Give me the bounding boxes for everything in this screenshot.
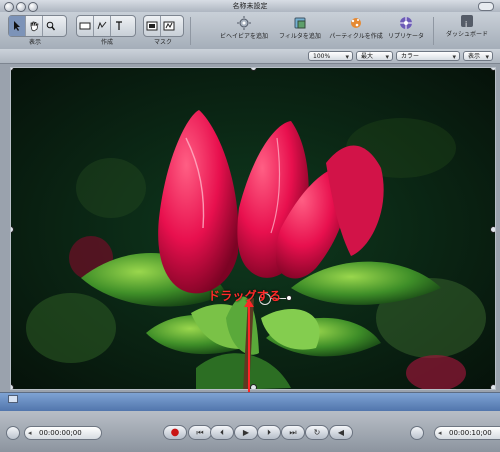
dashboard-button[interactable]: i ダッシュボード <box>438 15 496 47</box>
create-tools-group <box>76 15 136 37</box>
timeline-options-icon[interactable] <box>410 426 424 440</box>
transport-bar: 00:00:00;00 ● ⏮ ⏴ ▶ ⏵ ⏭ ↻ ◀ 00:00:10;00 <box>0 411 500 452</box>
canvas-options-bar: 100% 最大 カラー 表示 <box>0 49 500 64</box>
canvas-handle-top-right[interactable] <box>490 68 495 71</box>
create-label: 作成 <box>100 39 113 46</box>
duration-display[interactable]: 00:00:10;00 <box>434 426 500 440</box>
canvas-handle-bottom[interactable] <box>250 384 257 389</box>
add-filter-button[interactable]: フィルタを追加 <box>271 15 329 47</box>
color-mode-select[interactable]: カラー <box>396 51 460 62</box>
loop-button[interactable]: ↻ <box>305 425 329 440</box>
rotation-handle-icon[interactable] <box>286 295 292 301</box>
view-select[interactable]: 表示 <box>463 51 493 62</box>
previous-frame-button[interactable]: ⏴ <box>210 425 234 440</box>
mask-rectangle-icon[interactable] <box>144 16 161 36</box>
rectangle-icon[interactable] <box>77 16 94 36</box>
next-frame-button[interactable]: ⏵ <box>257 425 281 440</box>
timeline-marker-icon[interactable] <box>8 395 18 403</box>
zoom-select[interactable]: 100% <box>308 51 353 62</box>
main-toolbar: 表示 作成 マスク ビヘイビアを追加 フィルタを追加 パーティクルを作成 リプリ… <box>0 12 500 50</box>
quality-select[interactable]: 最大 <box>356 51 393 62</box>
canvas-image-view[interactable] <box>10 67 496 390</box>
mask-label: マスク <box>153 39 172 46</box>
canvas-handle-bottom-right[interactable] <box>490 384 495 389</box>
replicator-icon <box>399 15 413 29</box>
canvas-handle-bottom-left[interactable] <box>11 384 14 389</box>
toolbar-separator <box>433 17 434 45</box>
particles-icon <box>349 15 363 29</box>
hand-icon[interactable] <box>26 16 43 36</box>
text-icon[interactable] <box>111 16 127 36</box>
dashboard-info-icon: i <box>461 15 473 29</box>
behavior-gear-icon <box>237 15 251 30</box>
go-to-start-button[interactable]: ⏮ <box>188 425 212 440</box>
flower-image <box>11 68 495 389</box>
record-button[interactable]: ● <box>163 425 187 440</box>
view-tools-group <box>8 15 67 37</box>
mini-timeline-bar[interactable] <box>0 392 500 413</box>
go-to-end-button[interactable]: ⏭ <box>281 425 305 440</box>
zoom-icon[interactable] <box>43 16 59 36</box>
window-title: 名称未設定 <box>232 2 268 10</box>
toolbar-toggle-icon[interactable] <box>478 2 494 11</box>
filter-icon <box>293 15 307 29</box>
add-behavior-label: ビヘイビアを追加 <box>219 33 268 40</box>
mask-tools-group <box>143 15 184 37</box>
mask-pen-icon[interactable] <box>161 16 177 36</box>
timeline-collapse-icon[interactable] <box>6 426 20 440</box>
view-label: 表示 <box>28 39 41 46</box>
play-button[interactable]: ▶ <box>234 425 258 440</box>
replicator-button[interactable]: リプリケータ <box>377 15 435 47</box>
replicator-label: リプリケータ <box>387 33 424 40</box>
select-arrow-icon[interactable] <box>9 16 26 36</box>
svg-text:i: i <box>465 20 467 29</box>
current-time-display[interactable]: 00:00:00;00 <box>24 426 102 440</box>
canvas-handle-right[interactable] <box>490 226 495 233</box>
dashboard-label: ダッシュボード <box>445 31 488 38</box>
toolbar-separator <box>190 17 191 45</box>
audio-button[interactable]: ◀ <box>329 425 353 440</box>
add-filter-label: フィルタを追加 <box>279 33 321 40</box>
pen-icon[interactable] <box>94 16 111 36</box>
add-behavior-button[interactable]: ビヘイビアを追加 <box>215 15 273 47</box>
